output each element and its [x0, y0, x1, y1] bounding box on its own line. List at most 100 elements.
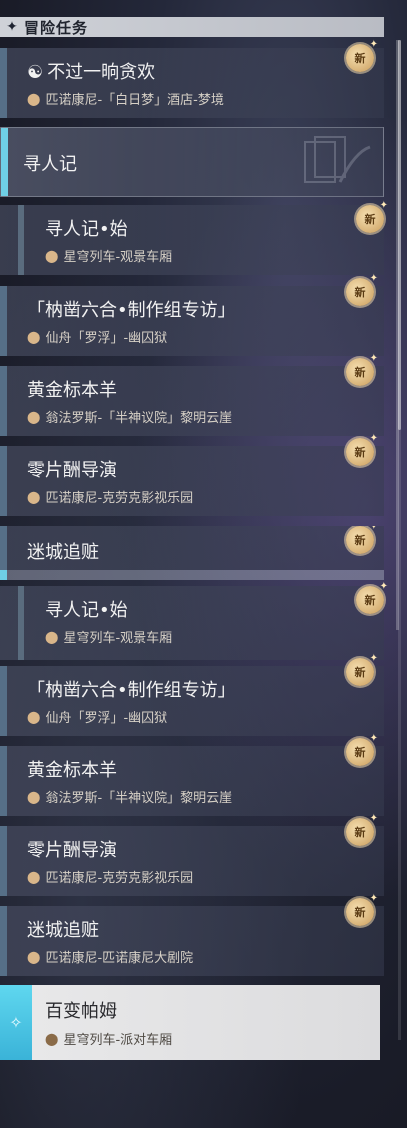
sparkle-icon: ✦	[369, 653, 378, 664]
quest-card[interactable]: 寻人记•始 ⬤ 星穹列车-观景车厢 ✦ 新	[0, 581, 388, 660]
new-badge-text: 新	[354, 826, 366, 839]
quest-location: ⬤ 仙舟「罗浮」-幽囚狱	[27, 707, 168, 727]
quest-accent	[0, 286, 7, 356]
new-badge-text: 新	[354, 746, 366, 759]
quest-title: 黄金标本羊	[27, 760, 117, 781]
quest-location: ⬤ 匹诺康尼-克劳克影视乐园	[27, 867, 194, 887]
quest-card[interactable]: ☯ 不过一晌贪欢 ⬤ 匹诺康尼-「白日梦」酒店-梦境 ✦ 新	[0, 39, 384, 118]
quest-card[interactable]: 迷城追赃 ✦ 新	[0, 526, 384, 570]
quest-group-header[interactable]: 寻人记	[0, 127, 384, 197]
sparkle-icon: ✦	[369, 39, 378, 50]
section-header-title: 冒险任务	[24, 18, 89, 37]
sparkle-icon: ✦	[379, 581, 388, 592]
new-badge: ✦ 新	[346, 273, 378, 306]
quest-location-text: 翁法罗斯-「半神议院」黎明云崖	[45, 791, 233, 806]
group-emblem-icon	[304, 136, 371, 183]
quest-title-row: ☯ 不过一晌贪欢	[27, 58, 155, 84]
location-pin-icon: ⬤	[27, 91, 41, 106]
list-separator	[0, 570, 384, 580]
new-badge-text: 新	[364, 213, 376, 226]
sparkle-icon: ✦	[369, 893, 378, 904]
group-accent	[1, 128, 8, 196]
quest-accent	[0, 906, 7, 976]
quest-location: ⬤ 匹诺康尼-匹诺康尼大剧院	[27, 947, 194, 967]
sparkle-icon: ✦	[369, 433, 378, 444]
new-badge: ✦ 新	[346, 893, 378, 926]
quest-card[interactable]: 寻人记•始 ⬤ 星穹列车-观景车厢 ✦ 新	[0, 200, 388, 275]
location-pin-icon: ⬤	[45, 1031, 59, 1046]
quest-location-text: 匹诺康尼-克劳克影视乐园	[45, 491, 194, 506]
quest-card[interactable]: 迷城追赃 ⬤ 匹诺康尼-匹诺康尼大剧院 ✦ 新	[0, 893, 384, 976]
quest-accent	[0, 48, 7, 118]
location-pin-icon: ⬤	[27, 409, 41, 424]
new-badge-text: 新	[354, 286, 366, 299]
sparkle-icon: ✦	[369, 353, 378, 364]
diamond-star-icon: ✦	[6, 19, 18, 35]
new-badge-text: 新	[354, 906, 366, 919]
quest-card[interactable]: 「枘凿六合•制作组专访」 ⬤ 仙舟「罗浮」-幽囚狱 ✦ 新	[0, 653, 384, 736]
quest-group-label: 寻人记	[23, 154, 77, 175]
quest-accent	[0, 526, 7, 570]
selected-marker-icon: ✧	[0, 985, 32, 1060]
quest-card-selected[interactable]: ✧ 百变帕姆 ⬤ 星穹列车-派对车厢	[0, 985, 380, 1060]
quest-accent	[0, 446, 7, 516]
quest-title: 不过一晌贪欢	[47, 62, 156, 83]
new-badge: ✦ 新	[356, 200, 388, 233]
quest-accent	[0, 366, 7, 436]
quest-location-text: 星穹列车-派对车厢	[63, 1033, 173, 1048]
new-badge-text: 新	[354, 446, 366, 459]
section-header: ✦ 冒险任务	[0, 17, 384, 37]
new-badge: ✦ 新	[346, 353, 378, 386]
quest-card[interactable]: 零片酬导演 ⬤ 匹诺康尼-克劳克影视乐园 ✦ 新	[0, 813, 384, 896]
quest-accent	[18, 586, 24, 660]
quest-location-text: 星穹列车-观景车厢	[63, 631, 173, 646]
quest-location-text: 匹诺康尼-克劳克影视乐园	[45, 871, 194, 886]
dream-icon: ☯	[27, 62, 44, 83]
quest-location-text: 翁法罗斯-「半神议院」黎明云崖	[45, 411, 233, 426]
sparkle-icon: ✦	[369, 733, 378, 744]
quest-title: 迷城追赃	[27, 920, 99, 941]
quest-title: 寻人记•始	[45, 600, 128, 621]
quest-title: 零片酬导演	[27, 460, 117, 481]
location-pin-icon: ⬤	[27, 489, 41, 504]
new-badge: ✦ 新	[346, 526, 378, 554]
quest-card[interactable]: 黄金标本羊 ⬤ 翁法罗斯-「半神议院」黎明云崖 ✦ 新	[0, 353, 384, 436]
quest-location-text: 匹诺康尼-匹诺康尼大剧院	[45, 951, 194, 966]
location-pin-icon: ⬤	[27, 329, 41, 344]
quest-card[interactable]: 零片酬导演 ⬤ 匹诺康尼-克劳克影视乐园 ✦ 新	[0, 433, 384, 516]
new-badge-text: 新	[364, 594, 376, 607]
quest-accent	[0, 666, 7, 736]
location-pin-icon: ⬤	[45, 629, 59, 644]
quest-accent	[0, 746, 7, 816]
sparkle-icon: ✦	[369, 273, 378, 284]
divider-line	[396, 40, 399, 630]
sparkle-icon: ✦	[379, 200, 388, 211]
quest-location: ⬤ 星穹列车-派对车厢	[45, 1029, 173, 1049]
location-pin-icon: ⬤	[27, 869, 41, 884]
quest-accent	[0, 826, 7, 896]
location-pin-icon: ⬤	[27, 709, 41, 724]
sparkle-icon: ✦	[369, 526, 378, 532]
new-badge-text: 新	[354, 366, 366, 379]
new-badge: ✦ 新	[346, 653, 378, 686]
location-pin-icon: ⬤	[27, 949, 41, 964]
quest-card[interactable]: 「枘凿六合•制作组专访」 ⬤ 仙舟「罗浮」-幽囚狱 ✦ 新	[0, 273, 384, 356]
quest-card[interactable]: 黄金标本羊 ⬤ 翁法罗斯-「半神议院」黎明云崖 ✦ 新	[0, 733, 384, 816]
quest-location: ⬤ 仙舟「罗浮」-幽囚狱	[27, 327, 167, 347]
quest-location-text: 匹诺康尼-「白日梦」酒店-梦境	[45, 93, 224, 108]
quest-location: ⬤ 匹诺康尼-「白日梦」酒店-梦境	[27, 89, 224, 109]
quest-title: 迷城追赃	[27, 542, 99, 563]
new-badge: ✦ 新	[346, 39, 378, 72]
quest-accent	[18, 205, 24, 275]
new-badge-text: 新	[354, 666, 366, 679]
new-badge: ✦ 新	[356, 581, 388, 614]
quest-title: 「枘凿六合•制作组专访」	[27, 300, 236, 321]
quest-location-text: 星穹列车-观景车厢	[63, 250, 173, 265]
quest-location-text: 仙舟「罗浮」-幽囚狱	[45, 711, 168, 726]
quest-location: ⬤ 星穹列车-观景车厢	[45, 246, 173, 266]
new-badge-text: 新	[354, 534, 366, 547]
location-pin-icon: ⬤	[27, 789, 41, 804]
new-badge: ✦ 新	[346, 733, 378, 766]
new-badge: ✦ 新	[346, 433, 378, 466]
quest-title: 「枘凿六合•制作组专访」	[27, 680, 236, 701]
